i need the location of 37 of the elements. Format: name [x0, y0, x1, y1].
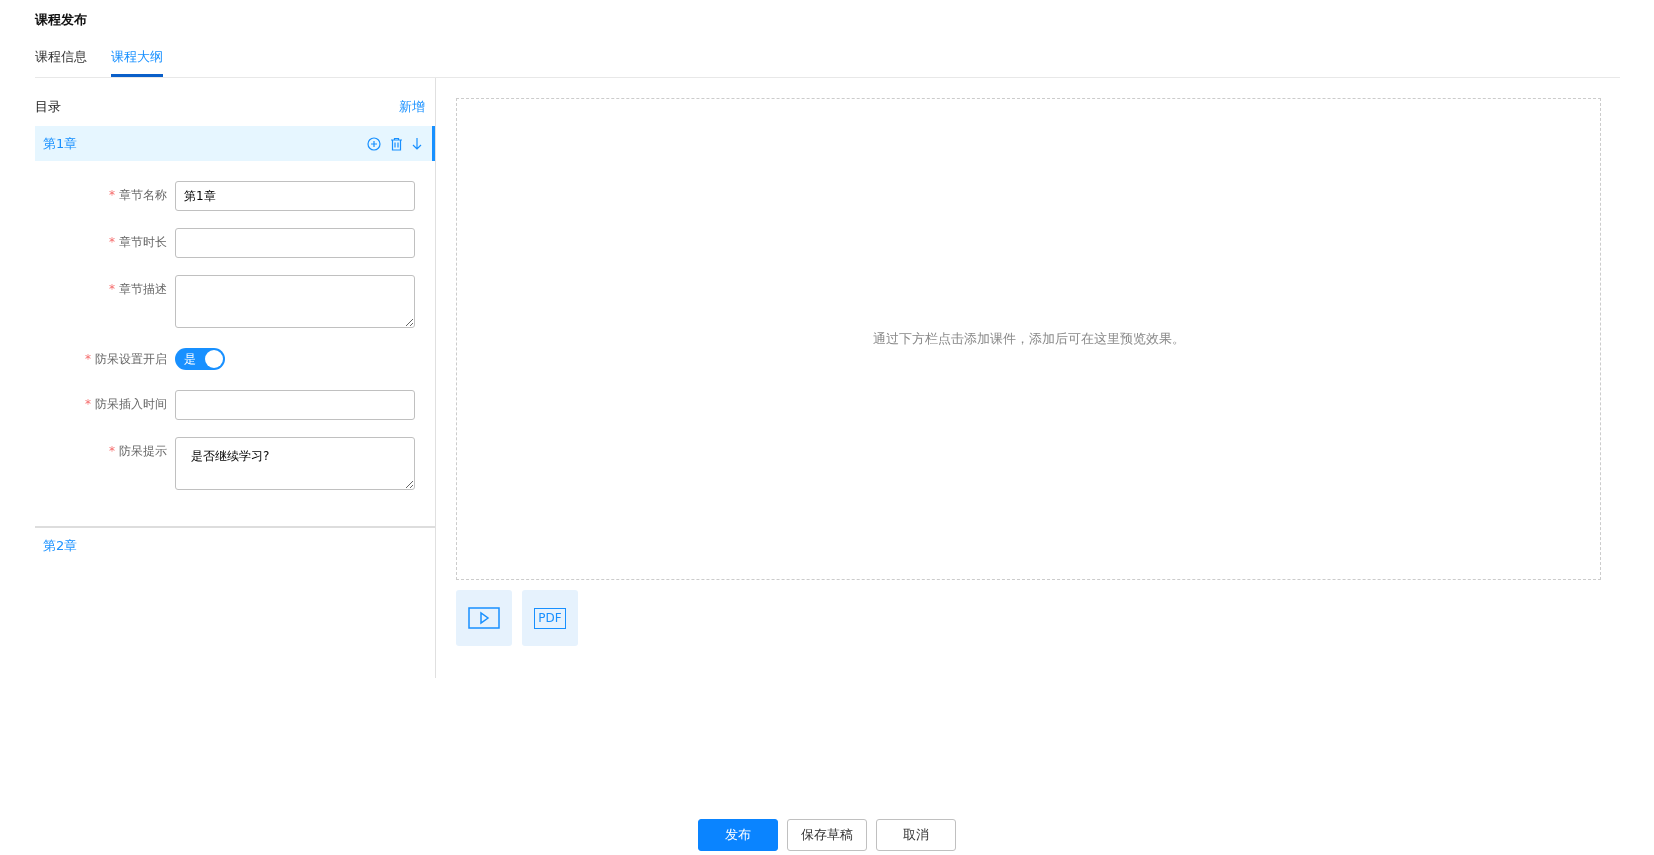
required-mark: * — [109, 444, 115, 458]
pdf-button[interactable]: PDF — [522, 590, 578, 646]
tab[interactable]: 课程大纲 — [111, 48, 163, 77]
required-mark: * — [85, 397, 91, 411]
add-circle-icon[interactable] — [367, 136, 381, 151]
required-mark: * — [109, 235, 115, 249]
add-link[interactable]: 新增 — [399, 98, 425, 116]
footer-button[interactable]: 保存草稿 — [787, 819, 867, 851]
required-mark: * — [109, 188, 115, 202]
field-label: 章节描述 — [119, 282, 167, 296]
page-title: 课程发布 — [35, 11, 88, 29]
arrow-down-icon[interactable] — [412, 136, 422, 151]
field-label: 章节名称 — [119, 188, 167, 202]
video-button[interactable] — [456, 590, 512, 646]
field-label: 章节时长 — [119, 235, 167, 249]
video-play-icon — [468, 607, 500, 629]
chapter-row[interactable]: 第2章 — [35, 526, 435, 564]
footer-button[interactable]: 发布 — [698, 819, 778, 851]
chapter-title: 第2章 — [43, 537, 78, 555]
text-area[interactable]: 是否继续学习? — [175, 437, 415, 490]
preview-hint: 通过下方栏点击添加课件，添加后可在这里预览效果。 — [872, 330, 1185, 348]
chapter-row[interactable]: 第1章 — [35, 126, 435, 161]
input-field[interactable] — [175, 390, 415, 420]
text-area[interactable] — [175, 275, 415, 328]
trash-icon[interactable] — [390, 136, 403, 151]
outline-title: 目录 — [35, 98, 61, 116]
input-field[interactable]: 第1章 — [175, 181, 415, 211]
chapter-title: 第1章 — [43, 134, 78, 153]
footer-button[interactable]: 取消 — [876, 819, 956, 851]
field-label: 防呆提示 — [119, 444, 167, 458]
tab[interactable]: 课程信息 — [35, 48, 87, 77]
field-label: 防呆设置开启 — [95, 352, 167, 366]
toggle-switch[interactable]: 是 — [175, 348, 225, 370]
field-label: 防呆插入时间 — [95, 397, 167, 411]
required-mark: * — [85, 352, 91, 366]
required-mark: * — [109, 282, 115, 296]
input-field[interactable] — [175, 228, 415, 258]
